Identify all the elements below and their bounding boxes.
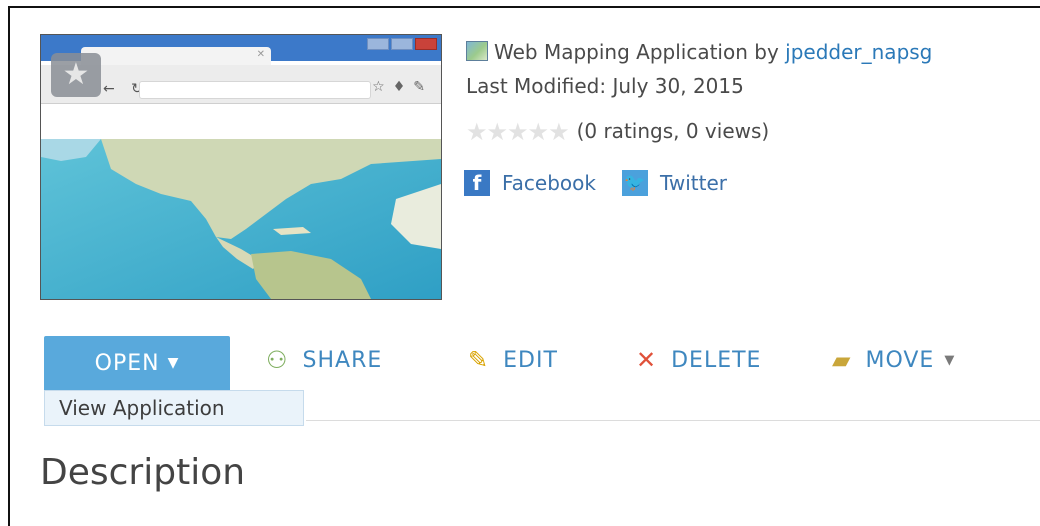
rating-line: ★★★★★ (0 ratings, 0 views): [466, 118, 769, 146]
move-button[interactable]: ▰ MOVE ▼: [832, 346, 955, 374]
share-label: SHARE: [302, 347, 383, 373]
edit-button[interactable]: ✎ EDIT: [468, 346, 558, 374]
edit-label: EDIT: [503, 347, 558, 373]
menu-item-view-application[interactable]: View Application: [59, 396, 225, 420]
ratings-count: (0 ratings, 0 views): [576, 119, 770, 143]
chevron-down-icon: ▼: [944, 352, 956, 368]
delete-button[interactable]: ✕ DELETE: [636, 346, 761, 374]
item-type-line: Web Mapping Application by jpedder_napsg: [466, 40, 932, 64]
x-icon: ✕: [636, 346, 658, 374]
item-thumbnail[interactable]: ✕ ← ↻ ☆♦✎ ★: [40, 34, 442, 300]
delete-label: DELETE: [671, 347, 762, 373]
pencil-icon: ✎: [468, 346, 490, 374]
caret-down-icon: ▼: [167, 355, 180, 371]
share-icon: ⚇: [266, 346, 289, 374]
facebook-icon[interactable]: f: [464, 170, 490, 196]
item-type-label: Web Mapping Application by: [494, 40, 786, 64]
facebook-link[interactable]: Facebook: [502, 171, 596, 195]
open-menu: View Application: [44, 390, 304, 426]
open-button[interactable]: OPEN ▼: [44, 336, 230, 390]
browser-tab: ✕: [81, 47, 271, 65]
owner-link[interactable]: jpedder_napsg: [785, 40, 932, 64]
twitter-icon[interactable]: 🐦: [621, 170, 648, 196]
rating-stars[interactable]: ★★★★★: [466, 118, 570, 146]
move-label: MOVE: [865, 347, 935, 373]
description-heading: Description: [40, 452, 246, 493]
folder-move-icon: ▰: [832, 346, 852, 374]
last-modified: Last Modified: July 30, 2015: [466, 74, 744, 98]
window-buttons: [367, 38, 437, 50]
web-mapping-app-icon: [466, 41, 488, 61]
social-share: f Facebook 🐦 Twitter: [464, 170, 753, 196]
share-button[interactable]: ⚇ SHARE: [266, 346, 382, 374]
browser-tool-icons: ☆♦✎: [372, 79, 433, 95]
open-button-label: OPEN: [94, 350, 160, 376]
tab-close-icon: ✕: [256, 49, 265, 60]
action-bar-divider: [306, 420, 1040, 421]
map-preview: [41, 139, 441, 299]
browser-address-bar: [139, 81, 371, 99]
twitter-link[interactable]: Twitter: [660, 171, 727, 195]
favorite-star-icon: ★: [51, 53, 101, 97]
